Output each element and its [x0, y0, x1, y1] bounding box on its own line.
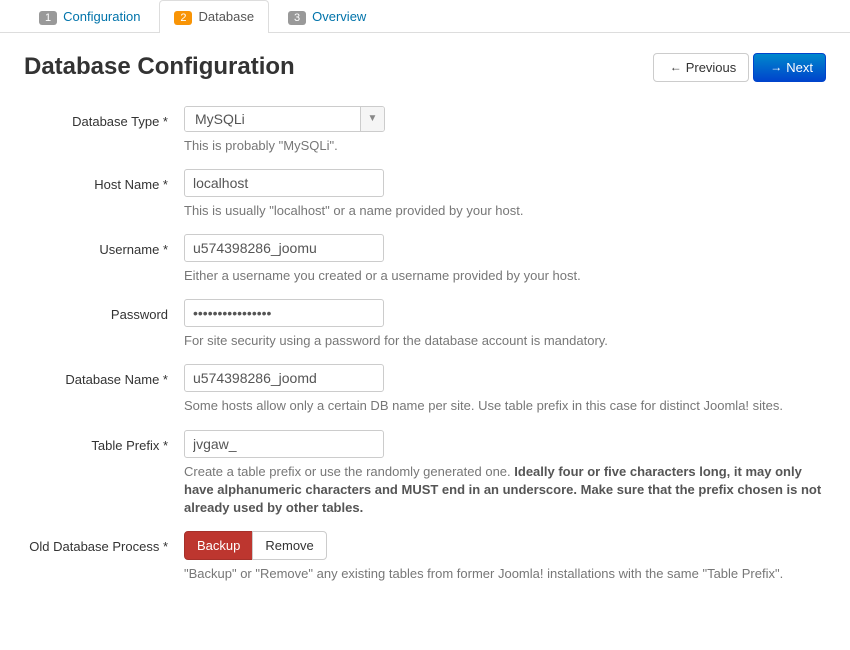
next-label: Next — [786, 60, 813, 75]
next-button[interactable]: → Next — [753, 53, 826, 82]
tab-overview[interactable]: 3 Overview — [273, 0, 381, 33]
previous-button[interactable]: ← Previous — [653, 53, 750, 82]
db-name-input[interactable] — [184, 364, 384, 392]
prefix-label: Table Prefix * — [24, 430, 184, 518]
prefix-help: Create a table prefix or use the randoml… — [184, 463, 824, 518]
password-input[interactable] — [184, 299, 384, 327]
db-type-help: This is probably "MySQLi". — [184, 137, 824, 155]
old-db-backup[interactable]: Backup — [184, 531, 253, 560]
old-db-label: Old Database Process * — [24, 531, 184, 583]
nav-buttons: ← Previous → Next — [649, 53, 826, 82]
db-name-help: Some hosts allow only a certain DB name … — [184, 397, 824, 415]
previous-label: Previous — [686, 60, 737, 75]
prefix-input[interactable] — [184, 430, 384, 458]
tab-badge: 3 — [288, 11, 306, 25]
tab-badge: 2 — [174, 11, 192, 25]
db-type-value: MySQLi — [185, 107, 360, 131]
page-title: Database Configuration — [24, 53, 295, 81]
tab-database[interactable]: 2 Database — [159, 0, 269, 33]
host-help: This is usually "localhost" or a name pr… — [184, 202, 824, 220]
arrow-left-icon: ← — [670, 60, 682, 74]
host-input[interactable] — [184, 169, 384, 197]
username-label: Username * — [24, 234, 184, 285]
username-help: Either a username you created or a usern… — [184, 267, 824, 285]
username-input[interactable] — [184, 234, 384, 262]
password-help: For site security using a password for t… — [184, 332, 824, 350]
tab-badge: 1 — [39, 11, 57, 25]
chevron-down-icon: ▼ — [360, 107, 384, 131]
db-type-select[interactable]: MySQLi ▼ — [184, 106, 385, 132]
old-db-radio: Backup Remove — [184, 531, 327, 560]
tab-configuration[interactable]: 1 Configuration — [24, 0, 155, 33]
tab-label: Database — [198, 9, 254, 24]
arrow-right-icon: → — [770, 60, 782, 74]
db-name-label: Database Name * — [24, 364, 184, 415]
host-label: Host Name * — [24, 169, 184, 220]
tab-label: Overview — [312, 9, 366, 24]
old-db-help: "Backup" or "Remove" any existing tables… — [184, 565, 824, 583]
old-db-remove[interactable]: Remove — [252, 531, 326, 560]
tab-label: Configuration — [63, 9, 140, 24]
install-tabs: 1 Configuration 2 Database 3 Overview — [0, 0, 850, 33]
db-type-label: Database Type * — [24, 106, 184, 155]
password-label: Password — [24, 299, 184, 350]
